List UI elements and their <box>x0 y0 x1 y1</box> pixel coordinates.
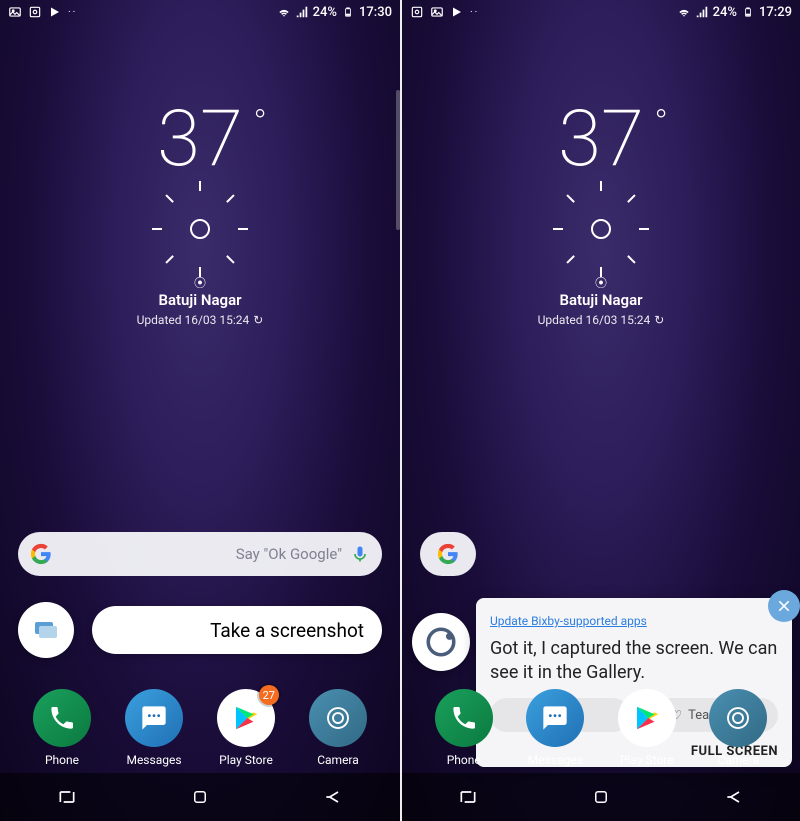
updated-time: Updated 16/03 15:24↻ <box>402 313 800 327</box>
app-play-store[interactable]: 27 Play Store <box>208 689 284 767</box>
card-icon <box>33 620 59 640</box>
phone-icon <box>450 704 478 732</box>
bixby-message: Got it, I captured the screen. We can se… <box>490 637 778 684</box>
home-button[interactable] <box>589 785 613 809</box>
voice-command-text: Take a screenshot <box>92 606 382 654</box>
google-search-bar[interactable] <box>420 532 476 576</box>
sun-icon <box>575 203 627 255</box>
wifi-icon <box>677 5 691 19</box>
refresh-icon: ↻ <box>654 313 664 327</box>
wifi-icon <box>277 5 291 19</box>
screenshot-icon <box>410 5 424 19</box>
google-logo-icon <box>30 543 52 565</box>
image-icon <box>8 5 22 19</box>
play-icon <box>450 5 464 19</box>
temperature: 37° <box>558 94 644 185</box>
battery-text: 24% <box>713 5 737 20</box>
more-icon: ·· <box>68 7 77 18</box>
play-store-icon <box>231 703 261 733</box>
updated-time: Updated 16/03 15:24↻ <box>0 313 400 327</box>
weather-widget[interactable]: 37° ⦿ Batuji Nagar Updated 16/03 15:24↻ <box>402 94 800 327</box>
location: Batuji Nagar <box>402 291 800 309</box>
bixby-logo[interactable] <box>412 613 470 671</box>
navigation-bar <box>402 773 800 821</box>
search-placeholder: Say "Ok Google" <box>236 545 342 563</box>
app-play-store[interactable]: Play Store <box>609 689 685 767</box>
google-logo-icon <box>437 543 459 565</box>
more-icon: ·· <box>470 7 479 18</box>
location-pin-icon: ⦿ <box>195 277 205 287</box>
app-dock: Phone Messages Play Store Camera <box>402 689 800 767</box>
mic-icon[interactable] <box>350 544 370 564</box>
location: Batuji Nagar <box>0 291 400 309</box>
camera-icon <box>723 703 753 733</box>
screenshot-icon <box>28 5 42 19</box>
voice-assistant-bubble[interactable] <box>18 602 74 658</box>
phone-screen-left: ·· 24% 17:30 37° ⦿ Batuji Nagar Updated … <box>0 0 400 821</box>
navigation-bar <box>0 773 400 821</box>
signal-icon <box>295 5 309 19</box>
camera-icon <box>323 703 353 733</box>
refresh-icon: ↻ <box>253 313 263 327</box>
google-search-bar[interactable]: Say "Ok Google" <box>18 532 382 576</box>
location-pin-icon: ⦿ <box>596 277 606 287</box>
messages-icon <box>140 704 168 732</box>
back-button[interactable] <box>321 785 345 809</box>
notification-badge: 27 <box>259 685 279 705</box>
play-icon <box>48 5 62 19</box>
recents-button[interactable] <box>55 785 79 809</box>
app-phone[interactable]: Phone <box>24 689 100 767</box>
battery-icon <box>341 5 355 19</box>
signal-icon <box>695 5 709 19</box>
close-icon <box>776 598 792 614</box>
sun-icon <box>174 203 226 255</box>
messages-icon <box>541 704 569 732</box>
play-store-icon <box>632 703 662 733</box>
image-icon <box>430 5 444 19</box>
app-dock: Phone Messages 27 Play Store Camera <box>0 689 400 767</box>
weather-widget[interactable]: 37° ⦿ Batuji Nagar Updated 16/03 15:24↻ <box>0 94 400 327</box>
statusbar: ·· 24% 17:30 <box>0 0 400 24</box>
battery-icon <box>741 5 755 19</box>
close-button[interactable] <box>768 590 800 622</box>
app-camera[interactable]: Camera <box>700 689 776 767</box>
back-button[interactable] <box>722 785 746 809</box>
statusbar: ·· 24% 17:29 <box>402 0 800 24</box>
recents-button[interactable] <box>456 785 480 809</box>
phone-screen-right: ·· 24% 17:29 37° ⦿ Batuji Nagar Updated … <box>400 0 800 821</box>
battery-text: 24% <box>313 5 337 20</box>
bixby-icon <box>424 625 458 659</box>
clock-text: 17:30 <box>359 5 392 20</box>
app-messages[interactable]: Messages <box>517 689 593 767</box>
clock-text: 17:29 <box>759 5 792 20</box>
app-phone[interactable]: Phone <box>426 689 502 767</box>
update-bixby-link[interactable]: Update Bixby-supported apps <box>490 614 647 628</box>
phone-icon <box>48 704 76 732</box>
home-button[interactable] <box>188 785 212 809</box>
app-camera[interactable]: Camera <box>300 689 376 767</box>
app-messages[interactable]: Messages <box>116 689 192 767</box>
temperature: 37° <box>157 94 243 185</box>
